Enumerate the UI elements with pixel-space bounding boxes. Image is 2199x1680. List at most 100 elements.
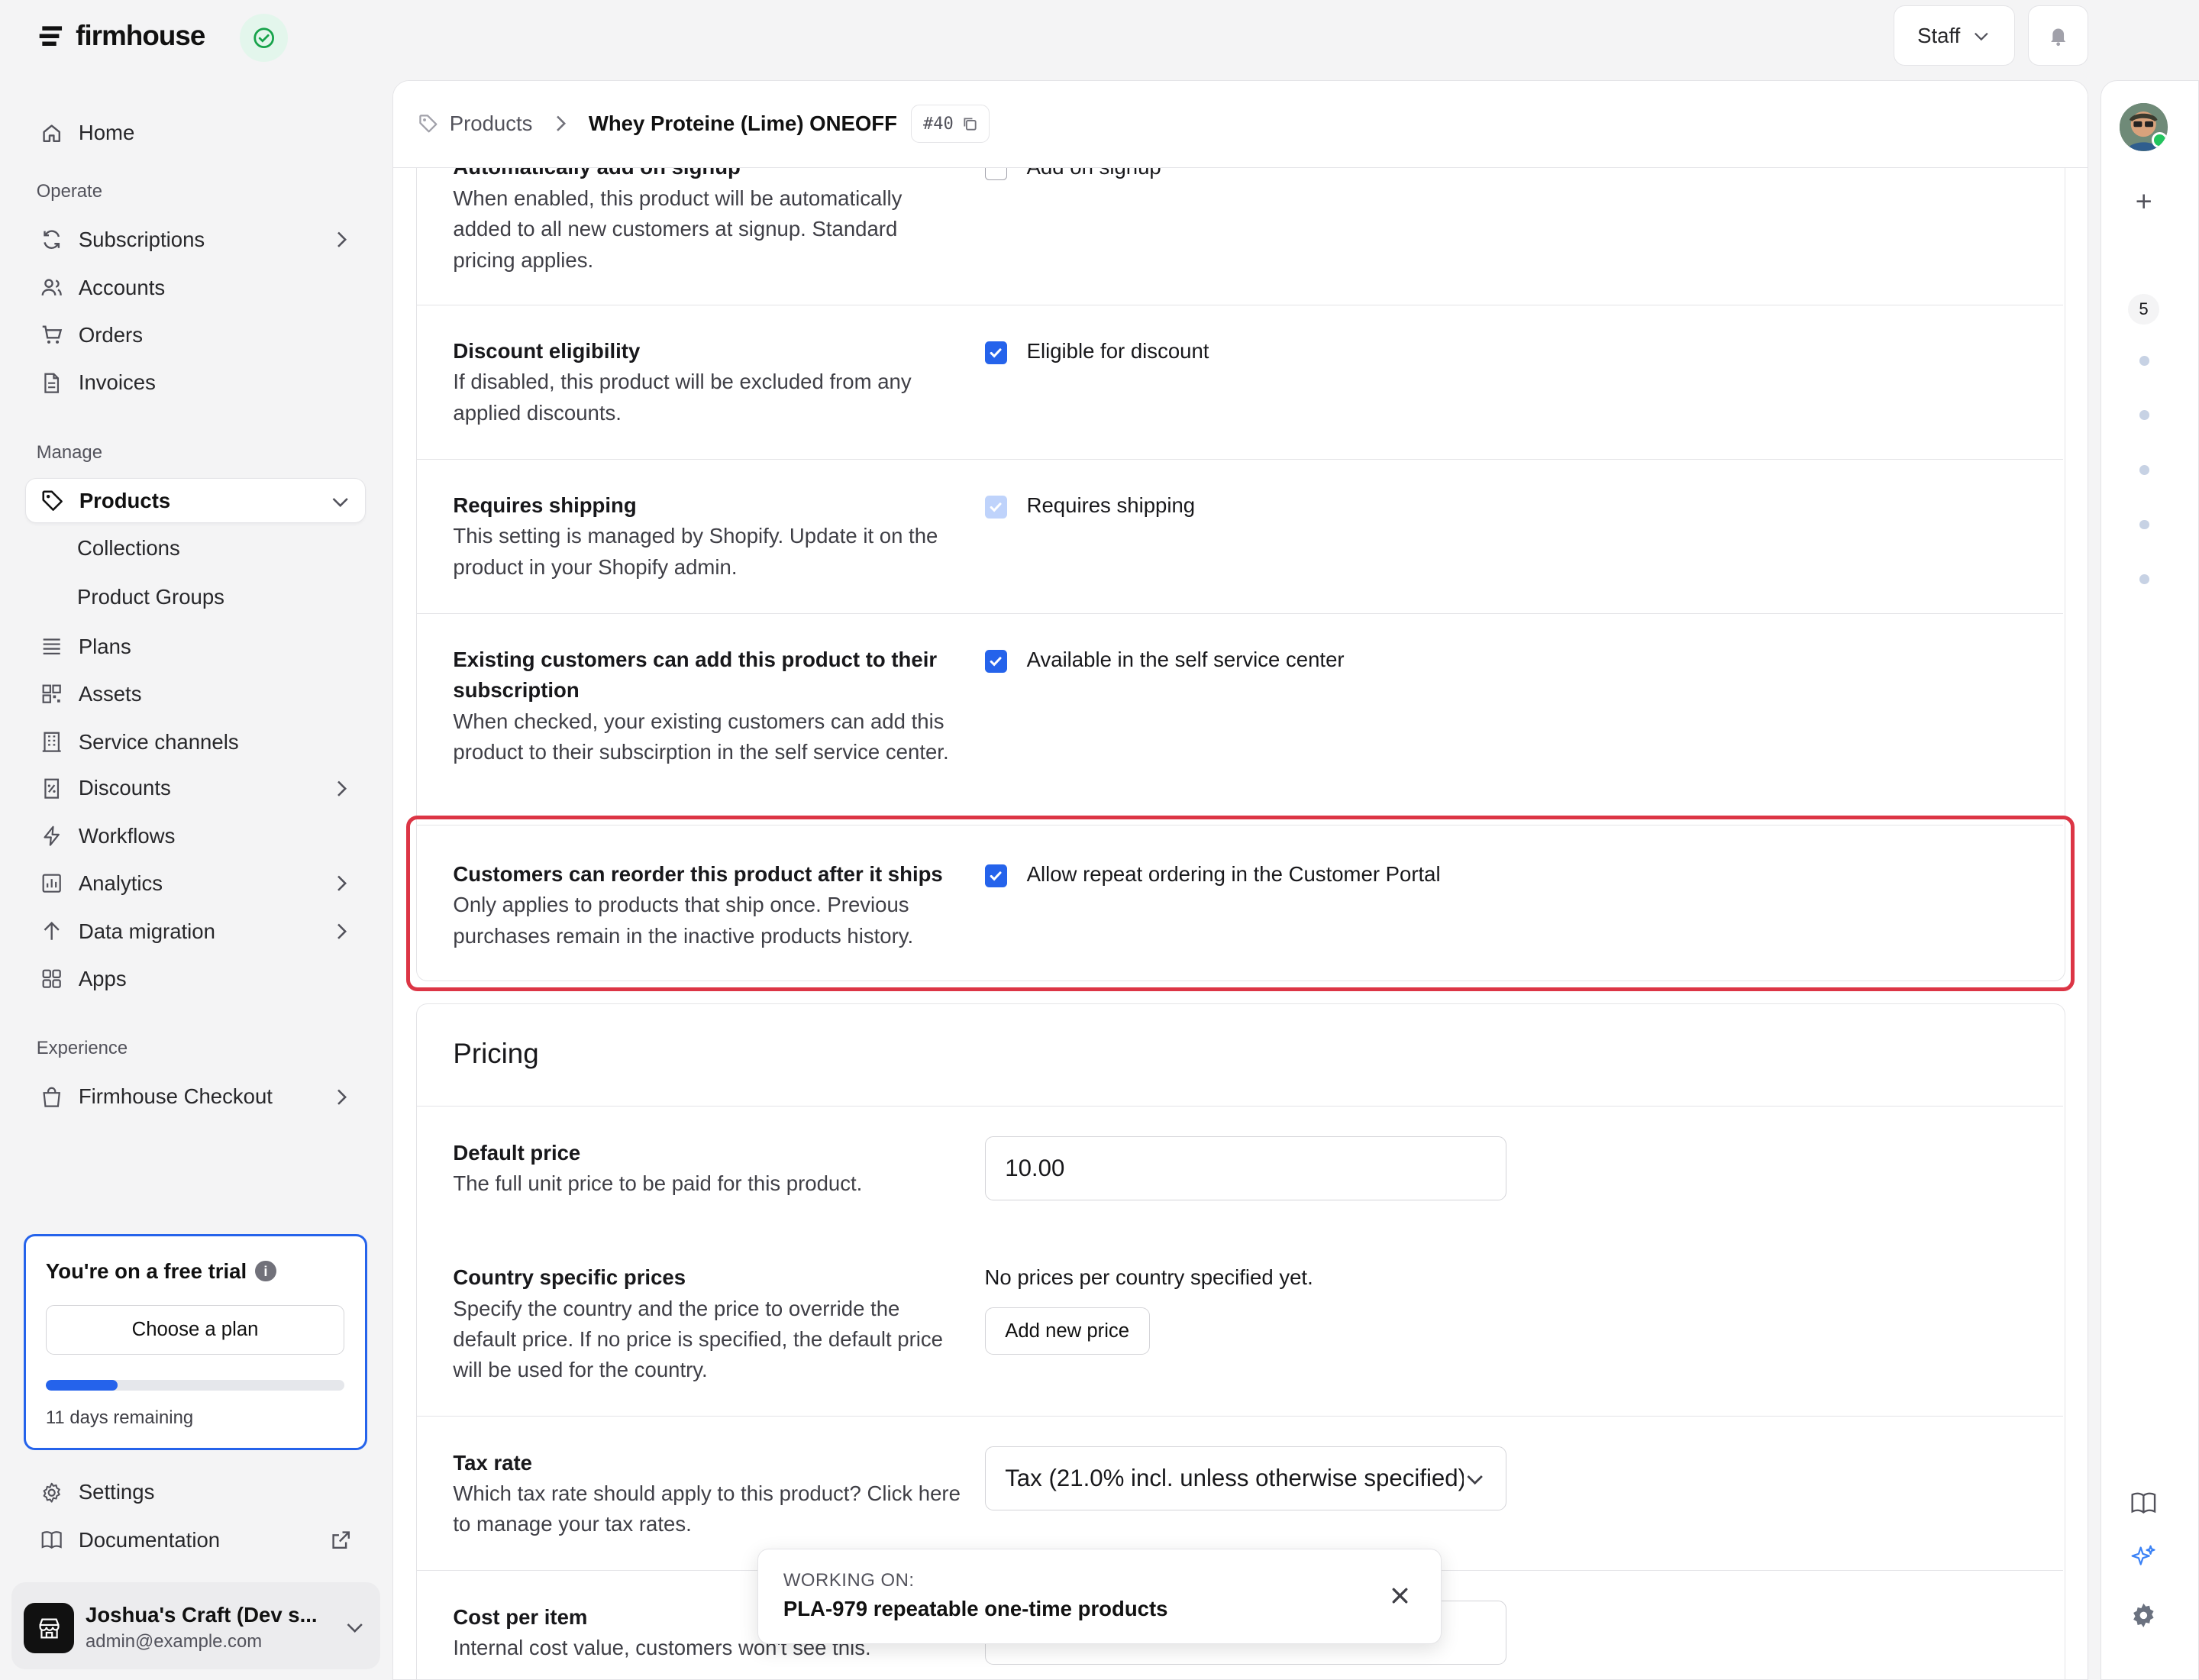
sidebar-item-data-migration[interactable]: Data migration <box>25 909 366 954</box>
chevron-down-icon <box>347 1623 363 1633</box>
close-icon[interactable] <box>1387 1583 1413 1608</box>
setting-description: Only applies to products that ship once.… <box>453 893 914 948</box>
sidebar-item-label: Assets <box>78 682 142 706</box>
trial-title: You're on a free trial i <box>46 1259 276 1284</box>
sparkles-icon[interactable] <box>2130 1543 2158 1572</box>
sidebar-item-home[interactable]: Home <box>25 111 366 156</box>
setting-description: The full unit price to be paid for this … <box>453 1171 863 1196</box>
setting-description: Specify the country and the price to ove… <box>453 1296 943 1382</box>
rail-count-badge[interactable]: 5 <box>2128 293 2159 325</box>
sidebar-item-label: Subscriptions <box>78 228 205 252</box>
breadcrumb-current: Whey Proteine (Lime) ONEOFF <box>588 111 897 136</box>
notifications-button[interactable] <box>2027 5 2088 66</box>
book-icon[interactable] <box>2130 1489 2158 1517</box>
status-check-icon[interactable] <box>240 14 288 62</box>
right-rail: 5 <box>2101 79 2199 1680</box>
choose-plan-button[interactable]: Choose a plan <box>45 1305 345 1355</box>
sidebar-item-accounts[interactable]: Accounts <box>25 265 366 310</box>
info-icon[interactable]: i <box>255 1260 276 1282</box>
sidebar-item-analytics[interactable]: Analytics <box>25 861 366 906</box>
checkbox-label: Eligible for discount <box>1026 338 1209 363</box>
self-service-checkbox[interactable] <box>984 650 1007 673</box>
sidebar-item-firmhouse-checkout[interactable]: Firmhouse Checkout <box>25 1074 366 1119</box>
sidebar-item-documentation[interactable]: Documentation <box>25 1517 366 1562</box>
trial-progress-bar <box>45 1379 345 1391</box>
firmhouse-logo[interactable]: firmhouse <box>37 20 205 52</box>
setting-description: Which tax rate should apply to this prod… <box>453 1481 961 1536</box>
setting-description: When enabled, this product will be autom… <box>453 186 903 272</box>
gear-icon[interactable] <box>2130 1601 2158 1630</box>
sidebar-item-workflows[interactable]: Workflows <box>25 813 366 858</box>
main-panel: Products Whey Proteine (Lime) ONEOFF #40… <box>392 79 2088 1680</box>
sidebar-item-plans[interactable]: Plans <box>25 624 366 669</box>
chart-icon <box>39 871 64 897</box>
app-name: firmhouse <box>76 19 205 51</box>
book-icon <box>39 1527 64 1552</box>
sidebar-item-label: Invoices <box>78 370 156 395</box>
chevron-right-icon <box>337 1089 347 1105</box>
qr-icon <box>39 682 64 707</box>
repeat-ordering-checkbox[interactable] <box>984 864 1007 887</box>
rail-dot[interactable] <box>2139 464 2149 475</box>
chevron-down-icon <box>1463 1468 1487 1491</box>
sidebar-item-assets[interactable]: Assets <box>25 672 366 717</box>
add-new-price-button[interactable]: Add new price <box>984 1307 1150 1355</box>
breadcrumb-parent-label: Products <box>449 111 533 136</box>
product-id: #40 <box>922 114 954 134</box>
tax-rate-select[interactable]: Tax (21.0% incl. unless otherwise specif… <box>984 1446 1506 1511</box>
check-icon <box>990 657 1002 667</box>
sidebar-heading-manage: Manage <box>36 441 102 463</box>
account-name: Joshua's Craft (Dev s... <box>86 1603 318 1627</box>
toast-label: WORKING ON: <box>783 1570 915 1591</box>
tag-icon <box>419 115 438 133</box>
rail-dot[interactable] <box>2139 519 2149 530</box>
product-id-badge[interactable]: #40 <box>911 105 990 143</box>
working-on-toast: WORKING ON: PLA-979 repeatable one-time … <box>757 1548 1442 1644</box>
default-price-input[interactable] <box>984 1136 1506 1201</box>
user-avatar[interactable] <box>2120 103 2168 151</box>
bell-icon <box>2050 28 2065 47</box>
check-icon <box>990 348 1002 358</box>
rail-dot[interactable] <box>2139 410 2149 421</box>
breadcrumb-products[interactable]: Products <box>418 111 532 136</box>
setting-row-tax-rate: Tax rate Which tax rate should apply to … <box>416 1417 2063 1572</box>
sidebar-item-label: Workflows <box>78 823 176 848</box>
setting-description: If disabled, this product will be exclud… <box>453 370 912 425</box>
sidebar-item-product-groups[interactable]: Product Groups <box>77 577 224 619</box>
setting-row-requires-shipping: Requires shipping This setting is manage… <box>416 460 2063 614</box>
no-country-prices-text: No prices per country specified yet. <box>984 1265 1313 1289</box>
sidebar-item-label: Home <box>78 121 135 145</box>
check-icon <box>990 502 1002 512</box>
sidebar-item-subscriptions[interactable]: Subscriptions <box>25 218 366 263</box>
sidebar-item-products[interactable]: Products <box>25 478 366 524</box>
sidebar-item-service-channels[interactable]: Service channels <box>25 719 366 764</box>
setting-title: Existing customers can add this product … <box>453 648 938 703</box>
sidebar-item-invoices[interactable]: Invoices <box>25 360 366 405</box>
checkbox-label: Available in the self service center <box>1026 648 1345 672</box>
rail-dot[interactable] <box>2139 574 2149 585</box>
tag-icon <box>40 488 65 513</box>
chevron-right-icon <box>557 116 567 132</box>
rail-dot[interactable] <box>2139 355 2149 366</box>
external-link-icon <box>332 1531 350 1549</box>
firmhouse-logo-icon <box>39 25 62 46</box>
setting-title: Country specific prices <box>453 1265 686 1290</box>
discount-eligible-checkbox[interactable] <box>984 341 1007 364</box>
sidebar-item-label: Analytics <box>78 871 163 896</box>
staff-dropdown[interactable]: Staff <box>1893 5 2016 66</box>
plus-icon[interactable] <box>2133 190 2155 212</box>
sidebar-item-settings[interactable]: Settings <box>25 1470 366 1515</box>
sidebar-item-orders[interactable]: Orders <box>25 313 366 358</box>
setting-row-discount-eligibility: Discount eligibility If disabled, this p… <box>416 305 2063 460</box>
sidebar-item-discounts[interactable]: Discounts <box>25 766 366 811</box>
setting-row-self-service: Existing customers can add this product … <box>416 614 2063 825</box>
sidebar-item-apps[interactable]: Apps <box>25 957 366 1002</box>
shopping-bag-icon <box>39 1084 64 1110</box>
chevron-right-icon <box>337 923 347 939</box>
sidebar-item-collections[interactable]: Collections <box>77 528 180 570</box>
sidebar-item-label: Settings <box>78 1480 155 1504</box>
list-icon <box>39 634 64 659</box>
chevron-down-icon <box>1975 32 1988 41</box>
account-switcher[interactable]: Joshua's Craft (Dev s... admin@example.c… <box>11 1581 380 1669</box>
trial-title-text: You're on a free trial <box>45 1258 247 1283</box>
